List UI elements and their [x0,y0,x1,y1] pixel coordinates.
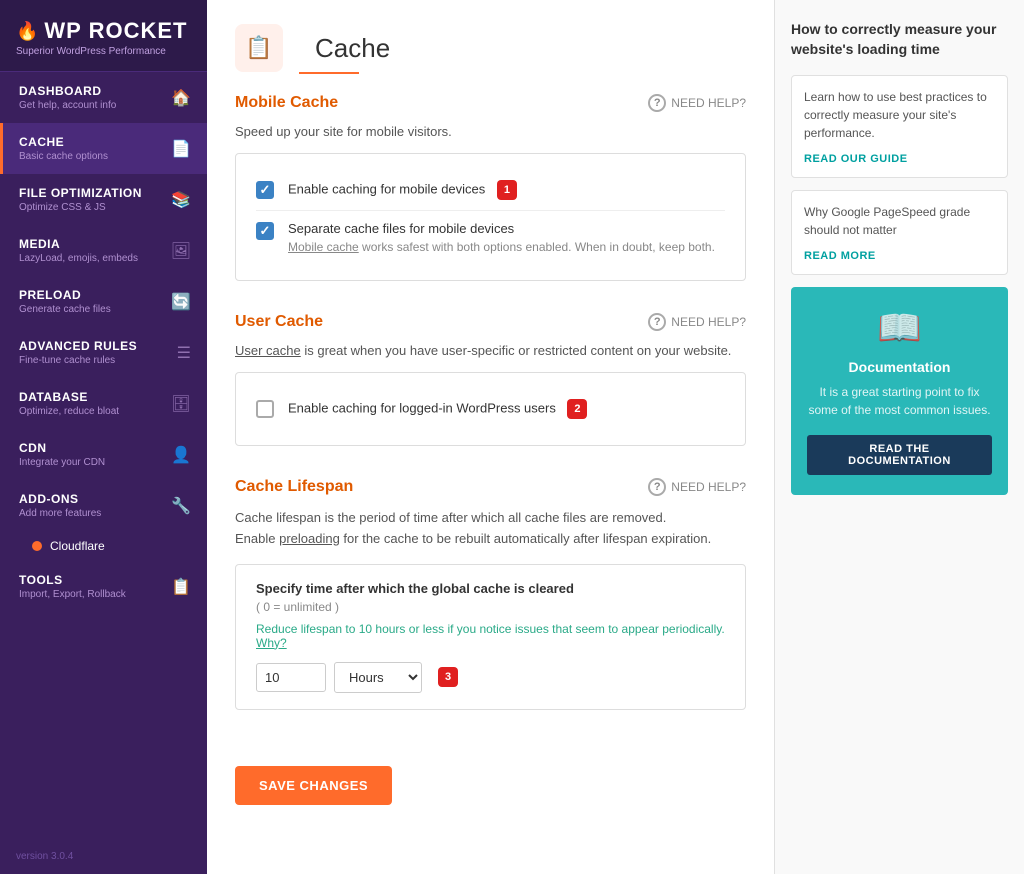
read-documentation-button[interactable]: READ THE DOCUMENTATION [807,435,992,475]
addons-icon: 🔧 [171,496,191,516]
cache-lifespan-box: Specify time after which the global cach… [235,564,746,710]
lifespan-input[interactable] [256,663,326,692]
sidebar: 🔥 WP ROCKET Superior WordPress Performan… [0,0,207,874]
book-icon: 📖 [807,307,992,349]
sidebar-item-advanced-rules[interactable]: ADVANCED RULES Fine-tune cache rules ☰ [0,327,207,378]
cache-lifespan-section: Cache Lifespan ? NEED HELP? Cache lifesp… [235,478,746,710]
mobile-cache-header: Mobile Cache ? NEED HELP? [235,94,746,112]
help-circle-icon-3: ? [648,478,666,496]
sidebar-item-dashboard[interactable]: DASHBOARD Get help, account info 🏠 [0,72,207,123]
why-link[interactable]: Why? [256,636,287,650]
user-cache-desc: User cache is great when you have user-s… [235,343,746,358]
sidebar-item-addons[interactable]: ADD-ONS Add more features 🔧 [0,480,207,531]
sidebar-item-file-optimization[interactable]: FILE OPTIMIZATION Optimize CSS & JS 📚 [0,174,207,225]
help-circle-icon-2: ? [648,313,666,331]
mobile-cache-option1-row: ✓ Enable caching for mobile devices 1 [256,170,725,210]
right-panel-title: How to correctly measure your website's … [791,20,1008,59]
main-content: 📋 Cache Mobile Cache ? NEED HELP? Speed … [207,0,774,874]
help-card-2: Why Google PageSpeed grade should not ma… [791,190,1008,275]
read-our-guide-link[interactable]: READ OUR GUIDE [804,153,908,165]
sidebar-version: version 3.0.4 [0,839,207,874]
help-card-2-text: Why Google PageSpeed grade should not ma… [804,203,995,239]
mobile-cache-link[interactable]: Mobile cache [288,240,359,254]
user-cache-title: User Cache [235,313,323,331]
page-title-underline [299,72,359,74]
page-header-row: 📋 Cache [235,24,746,72]
advanced-rules-icon: ☰ [177,343,191,363]
user-cache-header: User Cache ? NEED HELP? [235,313,746,331]
cloudflare-dot [32,541,42,551]
help-circle-icon: ? [648,94,666,112]
sidebar-item-cache[interactable]: CACHE Basic cache options 📄 [0,123,207,174]
user-cache-checkbox1[interactable] [256,400,274,418]
cache-lifespan-desc: Cache lifespan is the period of time aft… [235,508,746,550]
logo-subtitle: Superior WordPress Performance [16,46,191,57]
cdn-icon: 👤 [171,445,191,465]
preload-icon: 🔄 [171,292,191,312]
read-more-link[interactable]: READ MORE [804,250,876,262]
right-panel: How to correctly measure your website's … [774,0,1024,874]
user-cache-need-help[interactable]: ? NEED HELP? [648,313,746,331]
mobile-cache-title: Mobile Cache [235,94,338,112]
badge-2: 2 [567,399,587,419]
lifespan-box-subtitle: ( 0 = unlimited ) [256,600,725,614]
preloading-link[interactable]: preloading [279,531,340,546]
database-icon: 🗄 [171,394,191,414]
badge-3: 3 [438,667,458,687]
flame-icon: 🔥 [16,21,38,42]
cache-lifespan-header: Cache Lifespan ? NEED HELP? [235,478,746,496]
lifespan-box-title: Specify time after which the global cach… [256,581,725,596]
documentation-card: 📖 Documentation It is a great starting p… [791,287,1008,495]
user-cache-option1-row: Enable caching for logged-in WordPress u… [256,389,725,429]
doc-card-title: Documentation [807,359,992,375]
mobile-cache-option2-sublabel: Mobile cache works safest with both opti… [288,240,715,254]
lifespan-select[interactable]: Hours Minutes Days [334,662,422,693]
mobile-cache-desc: Speed up your site for mobile visitors. [235,124,746,139]
sidebar-item-database[interactable]: DATABASE Optimize, reduce bloat 🗄 [0,378,207,429]
logo: 🔥 WP ROCKET Superior WordPress Performan… [0,0,207,72]
lifespan-hint: Reduce lifespan to 10 hours or less if y… [256,622,725,650]
sidebar-nav: DASHBOARD Get help, account info 🏠 CACHE… [0,72,207,839]
tools-icon: 📋 [171,577,191,597]
mobile-cache-need-help[interactable]: ? NEED HELP? [648,94,746,112]
mobile-cache-option2-label: Separate cache files for mobile devices [288,221,715,236]
save-changes-button[interactable]: SAVE CHANGES [235,766,392,805]
mobile-cache-section: Mobile Cache ? NEED HELP? Speed up your … [235,94,746,281]
sidebar-item-preload[interactable]: PRELOAD Generate cache files 🔄 [0,276,207,327]
user-cache-options: Enable caching for logged-in WordPress u… [235,372,746,446]
user-cache-option1-label: Enable caching for logged-in WordPress u… [288,400,556,415]
user-cache-section: User Cache ? NEED HELP? User cache is gr… [235,313,746,446]
mobile-cache-option2-row: ✓ Separate cache files for mobile device… [256,210,725,264]
sidebar-item-tools[interactable]: TOOLS Import, Export, Rollback 📋 [0,561,207,612]
home-icon: 🏠 [171,88,191,108]
mobile-cache-option1-label: Enable caching for mobile devices [288,181,485,196]
mobile-cache-checkbox2[interactable]: ✓ [256,222,274,240]
cache-lifespan-need-help[interactable]: ? NEED HELP? [648,478,746,496]
logo-title: WP ROCKET [44,18,187,44]
mobile-cache-checkbox1[interactable]: ✓ [256,181,274,199]
badge-1: 1 [497,180,517,200]
doc-card-desc: It is a great starting point to fix some… [807,383,992,419]
help-card-1: Learn how to use best practices to corre… [791,75,1008,178]
sidebar-item-cdn[interactable]: CDN Integrate your CDN 👤 [0,429,207,480]
sidebar-item-cloudflare[interactable]: Cloudflare [0,531,207,561]
user-cache-link[interactable]: User cache [235,343,301,358]
lifespan-input-row: Hours Minutes Days 3 [256,662,725,693]
page-title: Cache [315,33,390,64]
cloudflare-label: Cloudflare [50,539,105,553]
file-opt-icon: 📚 [171,190,191,210]
media-icon: 🖼 [171,241,191,261]
cache-lifespan-title: Cache Lifespan [235,478,353,496]
page-icon: 📋 [235,24,283,72]
sidebar-item-media[interactable]: MEDIA LazyLoad, emojis, embeds 🖼 [0,225,207,276]
mobile-cache-options: ✓ Enable caching for mobile devices 1 ✓ … [235,153,746,281]
cache-icon: 📄 [171,139,191,159]
help-card-1-text: Learn how to use best practices to corre… [804,88,995,142]
